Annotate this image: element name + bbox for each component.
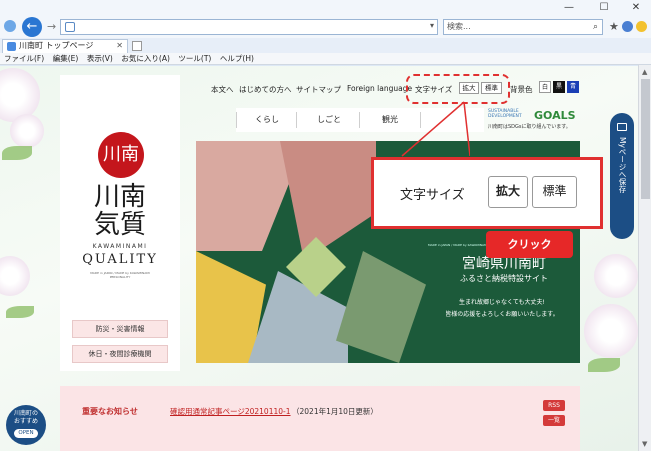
menu-bar: ファイル(F) 編集(E) 表示(V) お気に入り(A) ツール(T) ヘルプ(… [0, 53, 651, 65]
browser-logo-icon [4, 20, 16, 32]
nav-divider [236, 112, 237, 128]
click-callout-label: クリック [486, 231, 573, 258]
close-window-button[interactable]: ✕ [624, 2, 648, 14]
rss-button[interactable]: RSS [543, 400, 565, 411]
font-size-label: 文字サイズ [415, 85, 453, 94]
notice-article-link[interactable]: 確認用通常記事ページ20210110-1 [170, 406, 291, 417]
recommend-label: 川南町の おすすめ [13, 410, 38, 425]
search-placeholder: 検索... [447, 22, 471, 31]
zoom-font-normal-button[interactable]: 標準 [532, 176, 577, 208]
nav-tourism[interactable]: 観光 [382, 114, 398, 125]
leaf-decoration [6, 306, 34, 318]
first-visit-link[interactable]: はじめての方へ [239, 84, 292, 95]
scroll-thumb[interactable] [641, 79, 650, 199]
bg-color-label: 背景色 [510, 85, 533, 94]
hero-message-2: 皆様の応援をよろしくお願いいたします。 [445, 311, 559, 318]
tab-bar: 川南町 トップページ ✕ [0, 38, 651, 53]
web-page: 川南 川南 気質 KAWAMINAMI QUALITY MADE in JAPA… [0, 66, 638, 451]
navigation-bar: ← → ▾ 検索... ⌕ ★ [0, 16, 651, 38]
medical-info-button[interactable]: 休日・夜間診療機関 [72, 345, 168, 363]
mypage-save-label: Myページへ保存 [618, 137, 627, 193]
logo-kana: KAWAMINAMI [92, 243, 148, 250]
notice-date: （2021年1月10日更新） [292, 407, 378, 416]
feedback-smiley-icon[interactable] [636, 21, 647, 32]
search-icon[interactable]: ⌕ [593, 20, 598, 34]
font-normal-button[interactable]: 標準 [481, 82, 502, 94]
menu-edit[interactable]: 編集(E) [53, 53, 79, 65]
foreign-language-link[interactable]: Foreign language [347, 84, 412, 93]
town-logo-mark: 川南 [98, 132, 144, 178]
sidebar: 川南 川南 気質 KAWAMINAMI QUALITY MADE in JAPA… [60, 75, 180, 371]
forward-button[interactable]: → [47, 20, 56, 33]
nav-work[interactable]: しごと [317, 114, 341, 125]
vertical-scrollbar[interactable]: ▲ ▼ [638, 65, 651, 451]
sdgs-banner[interactable]: SUSTAINABLE DEVELOPMENT GOALS 川南町はSDGsに取… [488, 109, 582, 133]
town-logo-text: 川南 気質 [93, 182, 146, 240]
hero-photo-greens [336, 251, 426, 363]
scroll-down-icon[interactable]: ▼ [642, 440, 647, 448]
tab-title: 川南町 トップページ [19, 41, 94, 50]
recommend-badge[interactable]: 川南町の おすすめ OPEN [6, 405, 46, 445]
search-input[interactable]: 検索... ⌕ [443, 19, 603, 35]
menu-view[interactable]: 表示(V) [87, 53, 113, 65]
font-large-button[interactable]: 拡大 [459, 82, 479, 94]
disaster-info-button[interactable]: 防災・災害情報 [72, 320, 168, 338]
tab-close-icon[interactable]: ✕ [116, 40, 123, 52]
zoom-callout: 文字サイズ 拡大 標準 [371, 157, 603, 229]
sdg-goals-text: GOALS [534, 109, 576, 122]
menu-favorites[interactable]: お気に入り(A) [121, 53, 169, 65]
sdg-subtext: 川南町はSDGsに取り組んでいます。 [488, 124, 571, 130]
minimize-button[interactable]: — [557, 2, 581, 14]
flower-decoration [10, 114, 44, 148]
maximize-button[interactable]: ☐ [592, 2, 616, 14]
flower-decoration [594, 254, 638, 298]
favorites-star-icon[interactable]: ★ [609, 20, 619, 33]
folder-icon [617, 123, 627, 131]
important-notice: 重要なお知らせ 確認用通常記事ページ20210110-1 （2021年1月10日… [60, 386, 580, 451]
nav-living[interactable]: くらし [255, 114, 279, 125]
back-button[interactable]: ← [22, 17, 42, 37]
menu-tools[interactable]: ツール(T) [178, 53, 211, 65]
mypage-save-button[interactable]: Myページへ保存 [610, 113, 634, 239]
sdg-top-text: SUSTAINABLE DEVELOPMENT [488, 109, 522, 119]
bg-white-button[interactable]: 白 [539, 81, 551, 93]
notice-list-button[interactable]: 一覧 [543, 415, 565, 426]
nav-divider [296, 112, 297, 128]
logo-quality: QUALITY [82, 252, 158, 267]
leaf-decoration [588, 358, 620, 372]
recommend-open-button[interactable]: OPEN [14, 429, 38, 438]
window-titlebar: — ☐ ✕ [0, 0, 651, 16]
bg-blue-button[interactable]: 青 [567, 81, 579, 93]
address-dropdown-icon[interactable]: ▾ [430, 21, 434, 30]
flower-decoration [0, 68, 40, 122]
skip-to-content-link[interactable]: 本文へ [211, 84, 234, 95]
zoom-font-size-label: 文字サイズ [400, 188, 465, 203]
new-tab-button[interactable] [132, 41, 142, 51]
sitemap-link[interactable]: サイトマップ [296, 84, 341, 95]
flower-decoration [0, 256, 30, 296]
notice-title: 重要なお知らせ [82, 407, 138, 416]
callout-connector [401, 101, 470, 157]
menu-file[interactable]: ファイル(F) [4, 53, 44, 65]
flower-decoration [584, 304, 638, 358]
nav-divider [359, 112, 360, 128]
tab-active[interactable]: 川南町 トップページ ✕ [2, 39, 128, 53]
zoom-font-large-button[interactable]: 拡大 [488, 176, 528, 208]
leaf-decoration [2, 146, 32, 160]
logo-tagline: MADE in JAPAN / MADE by KAWAMINAMI PERSO… [90, 271, 150, 279]
menu-help[interactable]: ヘルプ(H) [220, 53, 254, 65]
bg-black-button[interactable]: 黒 [553, 81, 565, 93]
tab-favicon-icon [7, 42, 16, 51]
address-bar[interactable]: ▾ [60, 19, 438, 35]
scroll-up-icon[interactable]: ▲ [642, 68, 647, 76]
hero-subtitle: ふるさと納税特設サイト [460, 274, 548, 283]
hero-message-1: 生まれ故郷じゃなくても大丈夫! [459, 299, 545, 306]
home-icon[interactable] [622, 21, 633, 32]
page-icon [65, 22, 75, 32]
